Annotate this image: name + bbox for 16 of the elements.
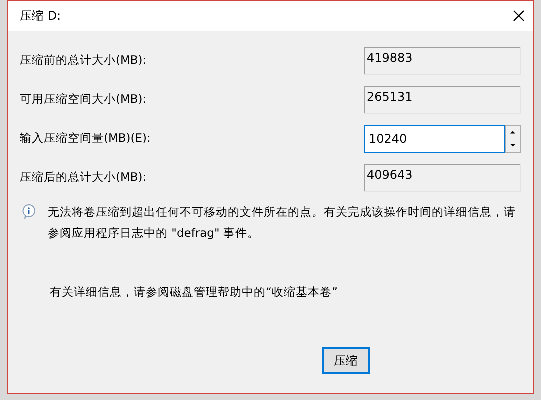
field-label: 压缩后的总计大小(MB): bbox=[20, 169, 147, 186]
window-title: 压缩 D: bbox=[20, 8, 62, 25]
info-message: 无法将卷压缩到超出任何不可移动的文件所在的点。有关完成该操作时间的详细信息，请参阅应用程序日志中的 "defrag" 事件。 bbox=[48, 204, 517, 242]
input-field[interactable]: 10240 bbox=[364, 125, 505, 153]
readonly-field: 265131 bbox=[364, 86, 521, 114]
caret-up-icon bbox=[509, 130, 517, 135]
field-label: 压缩前的总计大小(MB): bbox=[20, 52, 147, 70]
field-label: 输入压缩空间量(MB)(E): bbox=[20, 130, 151, 148]
info-icon bbox=[22, 204, 36, 220]
help-text: 有关详细信息，请参阅磁盘管理帮助中的“收缩基本卷” bbox=[49, 284, 339, 301]
readonly-field: 419883 bbox=[364, 47, 521, 75]
shrink-button[interactable]: 压缩 bbox=[322, 347, 370, 374]
caret-down-icon bbox=[509, 143, 517, 148]
field-label: 可用压缩空间大小(MB): bbox=[20, 91, 147, 108]
readonly-field: 409643 bbox=[364, 164, 521, 192]
close-icon[interactable] bbox=[513, 10, 525, 22]
